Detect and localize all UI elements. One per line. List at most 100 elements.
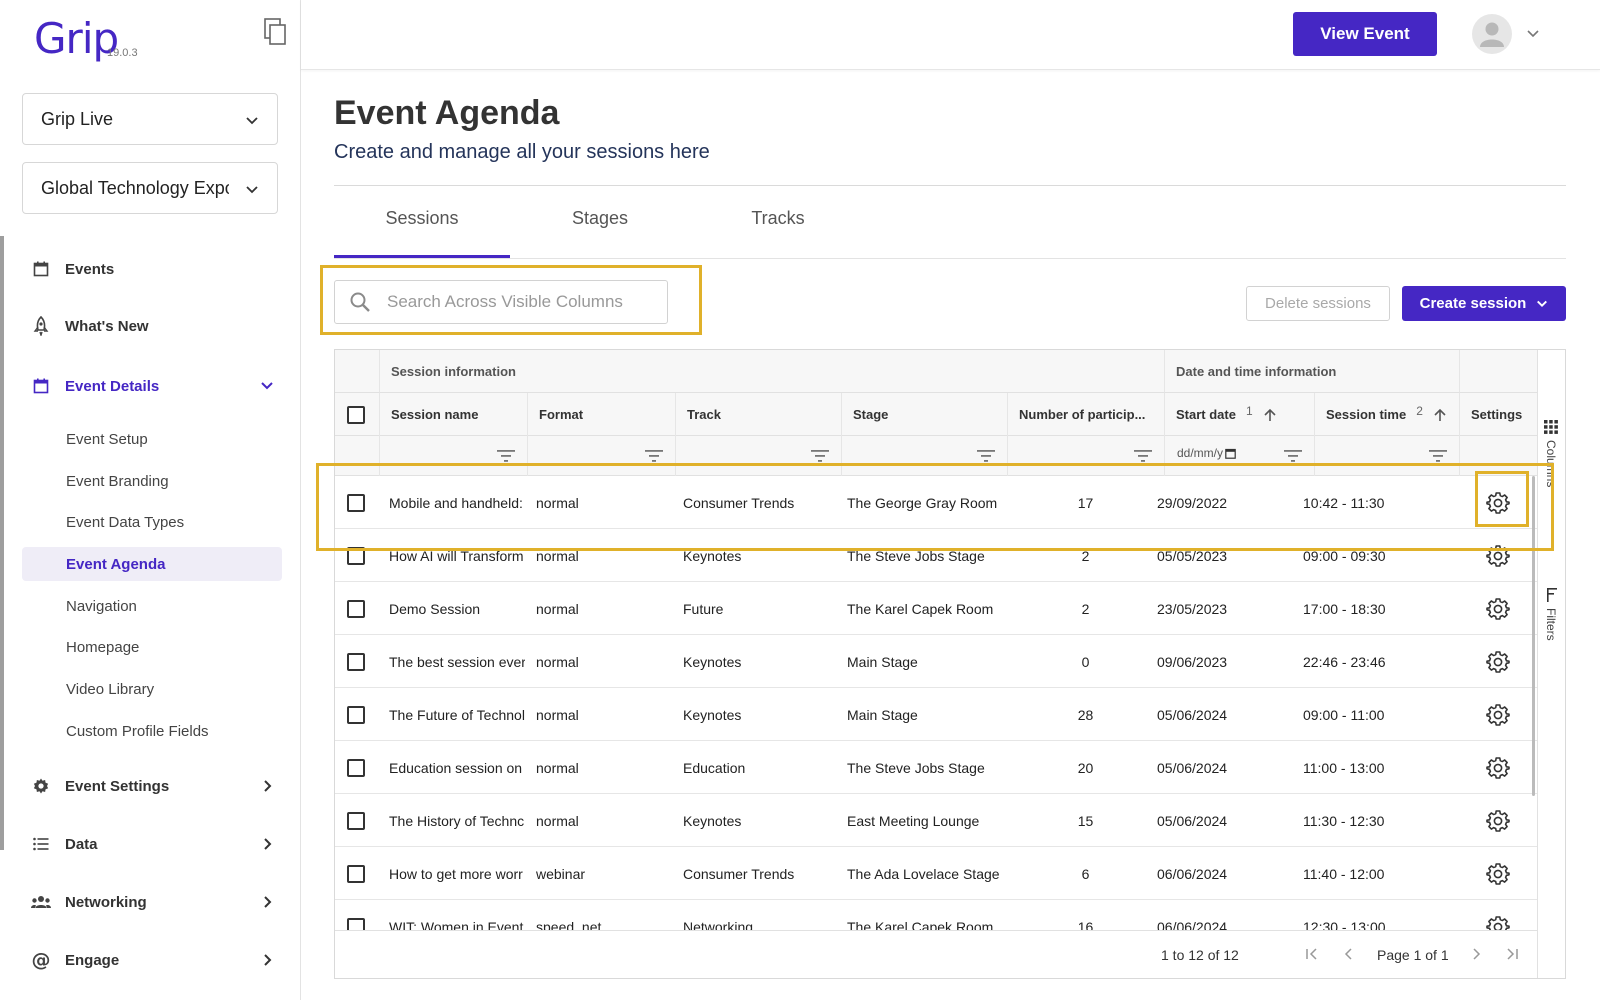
filter-icon[interactable] [811, 449, 829, 463]
last-page-icon[interactable] [1505, 947, 1519, 961]
sidebar-subitem-event-data-types[interactable]: Event Data Types [22, 505, 282, 539]
date-filter-input[interactable]: dd/mm/y [1177, 446, 1236, 460]
cell-track: Keynotes [683, 812, 742, 829]
filter-spacer [335, 436, 379, 476]
row-checkbox[interactable] [347, 864, 365, 883]
previous-page-icon[interactable] [1342, 947, 1356, 961]
filter-stage[interactable] [841, 436, 1007, 476]
column-participants[interactable]: Number of particip... [1007, 393, 1164, 436]
cell-session-name[interactable]: Education session on [389, 741, 525, 794]
tab-tracks[interactable]: Tracks [690, 208, 866, 258]
event-select-value: Global Technology Expo [41, 177, 229, 198]
sidebar-item-networking[interactable]: Networking [22, 884, 282, 920]
sidebar-item-data[interactable]: Data [22, 826, 282, 862]
sidebar-subitem-custom-profile-fields[interactable]: Custom Profile Fields [22, 714, 282, 748]
sidebar-subitem-event-setup[interactable]: Event Setup [22, 422, 282, 456]
cell-stage: The George Gray Room [847, 494, 998, 511]
row-checkbox[interactable] [347, 546, 365, 565]
organization-select[interactable]: Grip Live [22, 93, 278, 145]
filter-icon[interactable] [1284, 449, 1302, 463]
sidebar-subitem-event-branding[interactable]: Event Branding [22, 464, 282, 498]
table-row[interactable]: Mobile and handheld: normal Consumer Tre… [335, 476, 1537, 529]
sidebar-item-events[interactable]: Events [22, 251, 282, 287]
row-checkbox[interactable] [347, 811, 365, 830]
gear-icon[interactable] [1486, 703, 1510, 727]
gear-icon[interactable] [1486, 597, 1510, 621]
table-row[interactable]: Education session on normal Education Th… [335, 741, 1537, 794]
cell-participants: 15 [1077, 812, 1094, 829]
filter-format[interactable] [527, 436, 675, 476]
avatar[interactable] [1472, 14, 1512, 54]
column-session-time[interactable]: Session time 2 [1314, 393, 1459, 436]
column-track[interactable]: Track [675, 393, 841, 436]
event-select[interactable]: Global Technology Expo [22, 162, 278, 214]
app-logo[interactable]: Grip 19.0.3 [34, 14, 138, 63]
filter-track[interactable] [675, 436, 841, 476]
gear-icon[interactable] [1486, 650, 1510, 674]
sidebar-subitem-homepage[interactable]: Homepage [22, 630, 282, 664]
grid-scrollbar[interactable] [1532, 476, 1535, 796]
filter-icon[interactable] [1134, 449, 1152, 463]
create-session-button[interactable]: Create session [1402, 286, 1566, 321]
sidebar-item-event-settings[interactable]: Event Settings [22, 768, 282, 804]
gear-icon[interactable] [1486, 756, 1510, 780]
gear-icon[interactable] [1486, 862, 1510, 886]
cell-session-name[interactable]: How AI will Transform [389, 529, 525, 582]
row-checkbox[interactable] [347, 652, 365, 671]
delete-sessions-button[interactable]: Delete sessions [1246, 286, 1390, 321]
chevron-down-icon[interactable] [1526, 27, 1540, 41]
sidebar-item-whats-new[interactable]: What's New [22, 308, 282, 344]
filter-session-name[interactable] [379, 436, 527, 476]
gear-icon[interactable] [1486, 544, 1510, 568]
cell-track: Future [683, 600, 724, 617]
row-range-text: 1 to 12 of 12 [1161, 947, 1239, 963]
filter-session-time[interactable] [1314, 436, 1459, 476]
gear-icon[interactable] [1486, 491, 1510, 515]
table-row[interactable]: How AI will Transform normal Keynotes Th… [335, 529, 1537, 582]
sidebar-subitem-event-agenda[interactable]: Event Agenda [22, 547, 282, 581]
page-subtitle: Create and manage all your sessions here [334, 141, 710, 163]
filters-toggle[interactable]: Filters [1544, 588, 1558, 641]
table-row[interactable]: The best session ever normal Keynotes Ma… [335, 635, 1537, 688]
column-format[interactable]: Format [527, 393, 675, 436]
row-checkbox-cell [347, 582, 377, 635]
cell-session-name[interactable]: The best session ever [389, 635, 525, 688]
column-session-name[interactable]: Session name [379, 393, 527, 436]
user-icon [1480, 22, 1504, 47]
select-all-checkbox[interactable] [347, 405, 365, 424]
columns-toggle[interactable]: Columns [1544, 420, 1558, 487]
cell-session-name[interactable]: Mobile and handheld: [389, 476, 525, 529]
sidebar-item-event-details[interactable]: Event Details [22, 368, 282, 404]
cell-session-name[interactable]: How to get more worr [389, 847, 525, 900]
table-row[interactable]: The History of Technc normal Keynotes Ea… [335, 794, 1537, 847]
table-row[interactable]: Demo Session normal Future The Karel Cap… [335, 582, 1537, 635]
next-page-icon[interactable] [1469, 947, 1483, 961]
view-event-button[interactable]: View Event [1293, 12, 1437, 56]
gear-icon[interactable] [1486, 809, 1510, 833]
sidebar: Grip 19.0.3 Grip Live Global Technology … [0, 0, 301, 1000]
copy-icon[interactable] [264, 18, 288, 46]
filter-icon[interactable] [977, 449, 995, 463]
tab-stages[interactable]: Stages [512, 208, 688, 258]
filter-participants[interactable] [1007, 436, 1164, 476]
sidebar-subitem-video-library[interactable]: Video Library [22, 672, 282, 706]
column-start-date[interactable]: Start date 1 [1164, 393, 1314, 436]
first-page-icon[interactable] [1305, 947, 1319, 961]
row-checkbox[interactable] [347, 758, 365, 777]
tab-sessions[interactable]: Sessions [334, 208, 510, 258]
filter-start-date[interactable]: dd/mm/y [1164, 436, 1314, 476]
cell-session-name[interactable]: The History of Technc [389, 794, 525, 847]
sidebar-item-engage[interactable]: @ Engage [22, 942, 282, 978]
cell-session-name[interactable]: The Future of Technol [389, 688, 525, 741]
row-checkbox[interactable] [347, 599, 365, 618]
row-checkbox[interactable] [347, 493, 365, 512]
filter-icon[interactable] [1429, 449, 1447, 463]
filter-icon[interactable] [645, 449, 663, 463]
sidebar-subitem-navigation[interactable]: Navigation [22, 589, 282, 623]
filter-icon[interactable] [497, 449, 515, 463]
row-checkbox[interactable] [347, 705, 365, 724]
column-stage[interactable]: Stage [841, 393, 1007, 436]
cell-session-name[interactable]: Demo Session [389, 582, 525, 635]
table-row[interactable]: How to get more worr webinar Consumer Tr… [335, 847, 1537, 900]
table-row[interactable]: The Future of Technol normal Keynotes Ma… [335, 688, 1537, 741]
